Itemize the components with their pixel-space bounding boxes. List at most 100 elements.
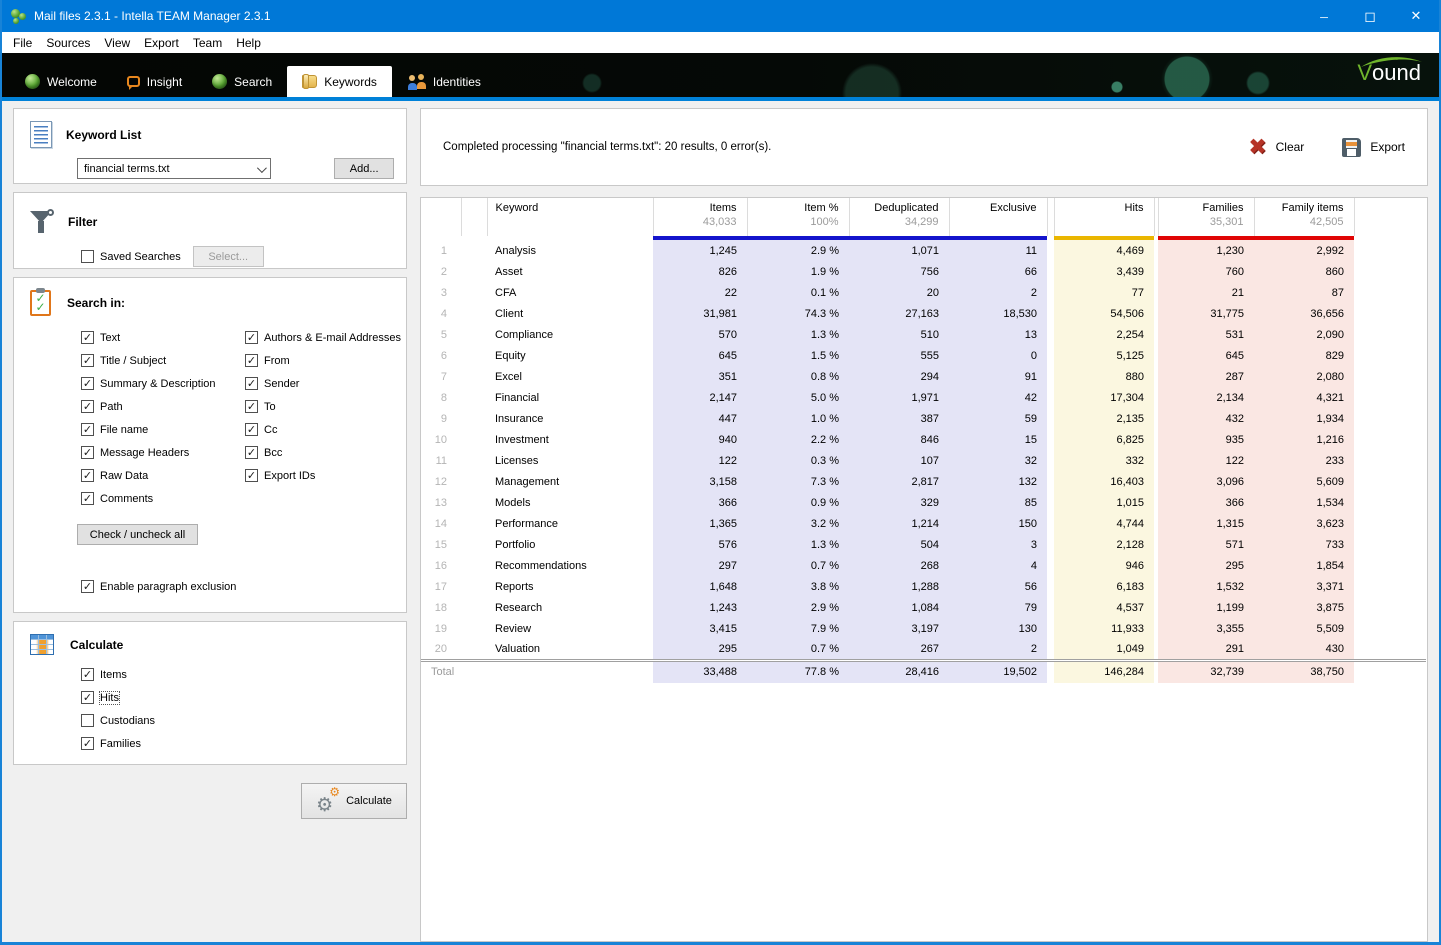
tab-welcome[interactable]: Welcome (10, 66, 112, 97)
cell-items: 1,365 (653, 513, 747, 534)
checkbox-box (81, 250, 94, 263)
table-row[interactable]: 19Review3,4157.9 %3,19713011,9333,3555,5… (421, 618, 1426, 639)
table-row[interactable]: 11Licenses1220.3 %10732332122233 (421, 450, 1426, 471)
cell-hits: 77 (1054, 282, 1154, 303)
cell-items: 2,147 (653, 387, 747, 408)
table-row[interactable]: 20Valuation2950.7 %26721,049291430 (421, 639, 1426, 660)
checkbox-sender[interactable]: Sender (245, 372, 401, 395)
sidebar: Keyword List financial terms.txt Add... … (13, 108, 407, 942)
total-label: Total (421, 660, 487, 683)
cell-filler (1354, 324, 1426, 345)
table-row[interactable]: 10Investment9402.2 %846156,8259351,216 (421, 429, 1426, 450)
menu-item-export[interactable]: Export (137, 34, 186, 52)
column-header-keyword[interactable]: Keyword (487, 198, 653, 236)
menu-item-help[interactable]: Help (229, 34, 268, 52)
export-button[interactable]: Export (1342, 138, 1405, 157)
column-header-family_items[interactable]: Family items42,505 (1254, 198, 1354, 236)
table-row[interactable]: 5Compliance5701.3 %510132,2545312,090 (421, 324, 1426, 345)
table-row[interactable]: 15Portfolio5761.3 %50432,128571733 (421, 534, 1426, 555)
checkbox-to[interactable]: To (245, 395, 401, 418)
checkbox-file-name[interactable]: File name (81, 418, 245, 441)
column-header-num[interactable] (421, 198, 461, 236)
table-row[interactable]: 9Insurance4471.0 %387592,1354321,934 (421, 408, 1426, 429)
add-button[interactable]: Add... (334, 158, 394, 179)
table-row[interactable]: 1Analysis1,2452.9 %1,071114,4691,2302,99… (421, 240, 1426, 261)
checkbox-export-ids[interactable]: Export IDs (245, 464, 401, 487)
cell-items: 22 (653, 282, 747, 303)
table-row[interactable]: 7Excel3510.8 %294918802872,080 (421, 366, 1426, 387)
table-row[interactable]: 2Asset8261.9 %756663,439760860 (421, 261, 1426, 282)
menu-item-file[interactable]: File (6, 34, 39, 52)
column-header-item_pct[interactable]: Item %100% (747, 198, 849, 236)
table-row[interactable]: 16Recommendations2970.7 %26849462951,854 (421, 555, 1426, 576)
checkbox-text[interactable]: Text (81, 326, 245, 349)
minimize-button[interactable] (1301, 0, 1347, 32)
cell-hits: 16,403 (1054, 471, 1154, 492)
checkbox-cc[interactable]: Cc (245, 418, 401, 441)
menu-item-sources[interactable]: Sources (39, 34, 97, 52)
checkbox-label: Bcc (264, 447, 282, 459)
checkbox-families[interactable]: Families (81, 732, 406, 755)
table-row[interactable]: 4Client31,98174.3 %27,16318,53054,50631,… (421, 303, 1426, 324)
tab-search[interactable]: Search (197, 66, 287, 97)
column-header-spacer[interactable] (461, 198, 487, 236)
cell-family_items: 36,656 (1254, 303, 1354, 324)
table-row[interactable]: 18Research1,2432.9 %1,084794,5371,1993,8… (421, 597, 1426, 618)
column-header-dedup[interactable]: Deduplicated34,299 (849, 198, 949, 236)
table-row[interactable]: 13Models3660.9 %329851,0153661,534 (421, 492, 1426, 513)
cell-item_pct: 3.2 % (747, 513, 849, 534)
checkbox-bcc[interactable]: Bcc (245, 441, 401, 464)
checkbox-authors-e-mail-addresses[interactable]: Authors & E-mail Addresses (245, 326, 401, 349)
keyword-list-select[interactable]: financial terms.txt (77, 158, 271, 179)
cell-keyword: Licenses (487, 450, 653, 471)
checkbox-box (81, 377, 94, 390)
checkbox-label: Path (100, 401, 123, 413)
column-header-hits[interactable]: Hits (1054, 198, 1154, 236)
checkbox-summary-description[interactable]: Summary & Description (81, 372, 245, 395)
table-row[interactable]: 3CFA220.1 %202772187 (421, 282, 1426, 303)
clear-button[interactable]: Clear (1248, 137, 1304, 157)
calculate-button[interactable]: ⚙⚙ Calculate (301, 783, 407, 819)
column-header-items[interactable]: Items43,033 (653, 198, 747, 236)
checkbox-items[interactable]: Items (81, 663, 406, 686)
menu-item-view[interactable]: View (97, 34, 137, 52)
checkbox-enable-paragraph-exclusion[interactable]: Enable paragraph exclusion (81, 575, 406, 598)
table-row[interactable]: 6Equity6451.5 %55505,125645829 (421, 345, 1426, 366)
checkbox-saved-searches[interactable]: Saved Searches (81, 245, 181, 268)
column-header-exclusive[interactable]: Exclusive (949, 198, 1047, 236)
cell-families: 122 (1158, 450, 1254, 471)
column-header-families[interactable]: Families35,301 (1158, 198, 1254, 236)
checkbox-message-headers[interactable]: Message Headers (81, 441, 245, 464)
cell-gap (1047, 555, 1054, 576)
checkbox-from[interactable]: From (245, 349, 401, 372)
table-row[interactable]: 8Financial2,1475.0 %1,9714217,3042,1344,… (421, 387, 1426, 408)
cell-families: 2,134 (1158, 387, 1254, 408)
table-row[interactable]: 17Reports1,6483.8 %1,288566,1831,5323,37… (421, 576, 1426, 597)
checkbox-path[interactable]: Path (81, 395, 245, 418)
checkbox-raw-data[interactable]: Raw Data (81, 464, 245, 487)
tab-keywords[interactable]: Keywords (287, 66, 392, 97)
cell-dedup: 1,084 (849, 597, 949, 618)
table-row[interactable]: 14Performance1,3653.2 %1,2141504,7441,31… (421, 513, 1426, 534)
cell-filler (1354, 345, 1426, 366)
tab-identities[interactable]: Identities (392, 66, 496, 97)
tab-insight[interactable]: Insight (112, 66, 197, 97)
menu-item-team[interactable]: Team (186, 34, 229, 52)
check-uncheck-all-button[interactable]: Check / uncheck all (77, 524, 198, 545)
checkbox-custodians[interactable]: Custodians (81, 709, 406, 732)
table-row[interactable]: 12Management3,1587.3 %2,81713216,4033,09… (421, 471, 1426, 492)
close-button[interactable] (1393, 0, 1439, 32)
cell-exclusive: 85 (949, 492, 1047, 513)
cell-keyword: Compliance (487, 324, 653, 345)
cell-keyword: CFA (487, 282, 653, 303)
cell-family_items: 87 (1254, 282, 1354, 303)
maximize-button[interactable] (1347, 0, 1393, 32)
checkbox-label: Custodians (100, 715, 155, 727)
checkbox-box (81, 423, 94, 436)
cell-exclusive: 13 (949, 324, 1047, 345)
checkbox-title-subject[interactable]: Title / Subject (81, 349, 245, 372)
checkbox-comments[interactable]: Comments (81, 487, 245, 510)
checkbox-hits[interactable]: Hits (81, 686, 406, 709)
select-button[interactable]: Select... (193, 246, 264, 267)
column-subtotal: 34,299 (860, 216, 939, 228)
